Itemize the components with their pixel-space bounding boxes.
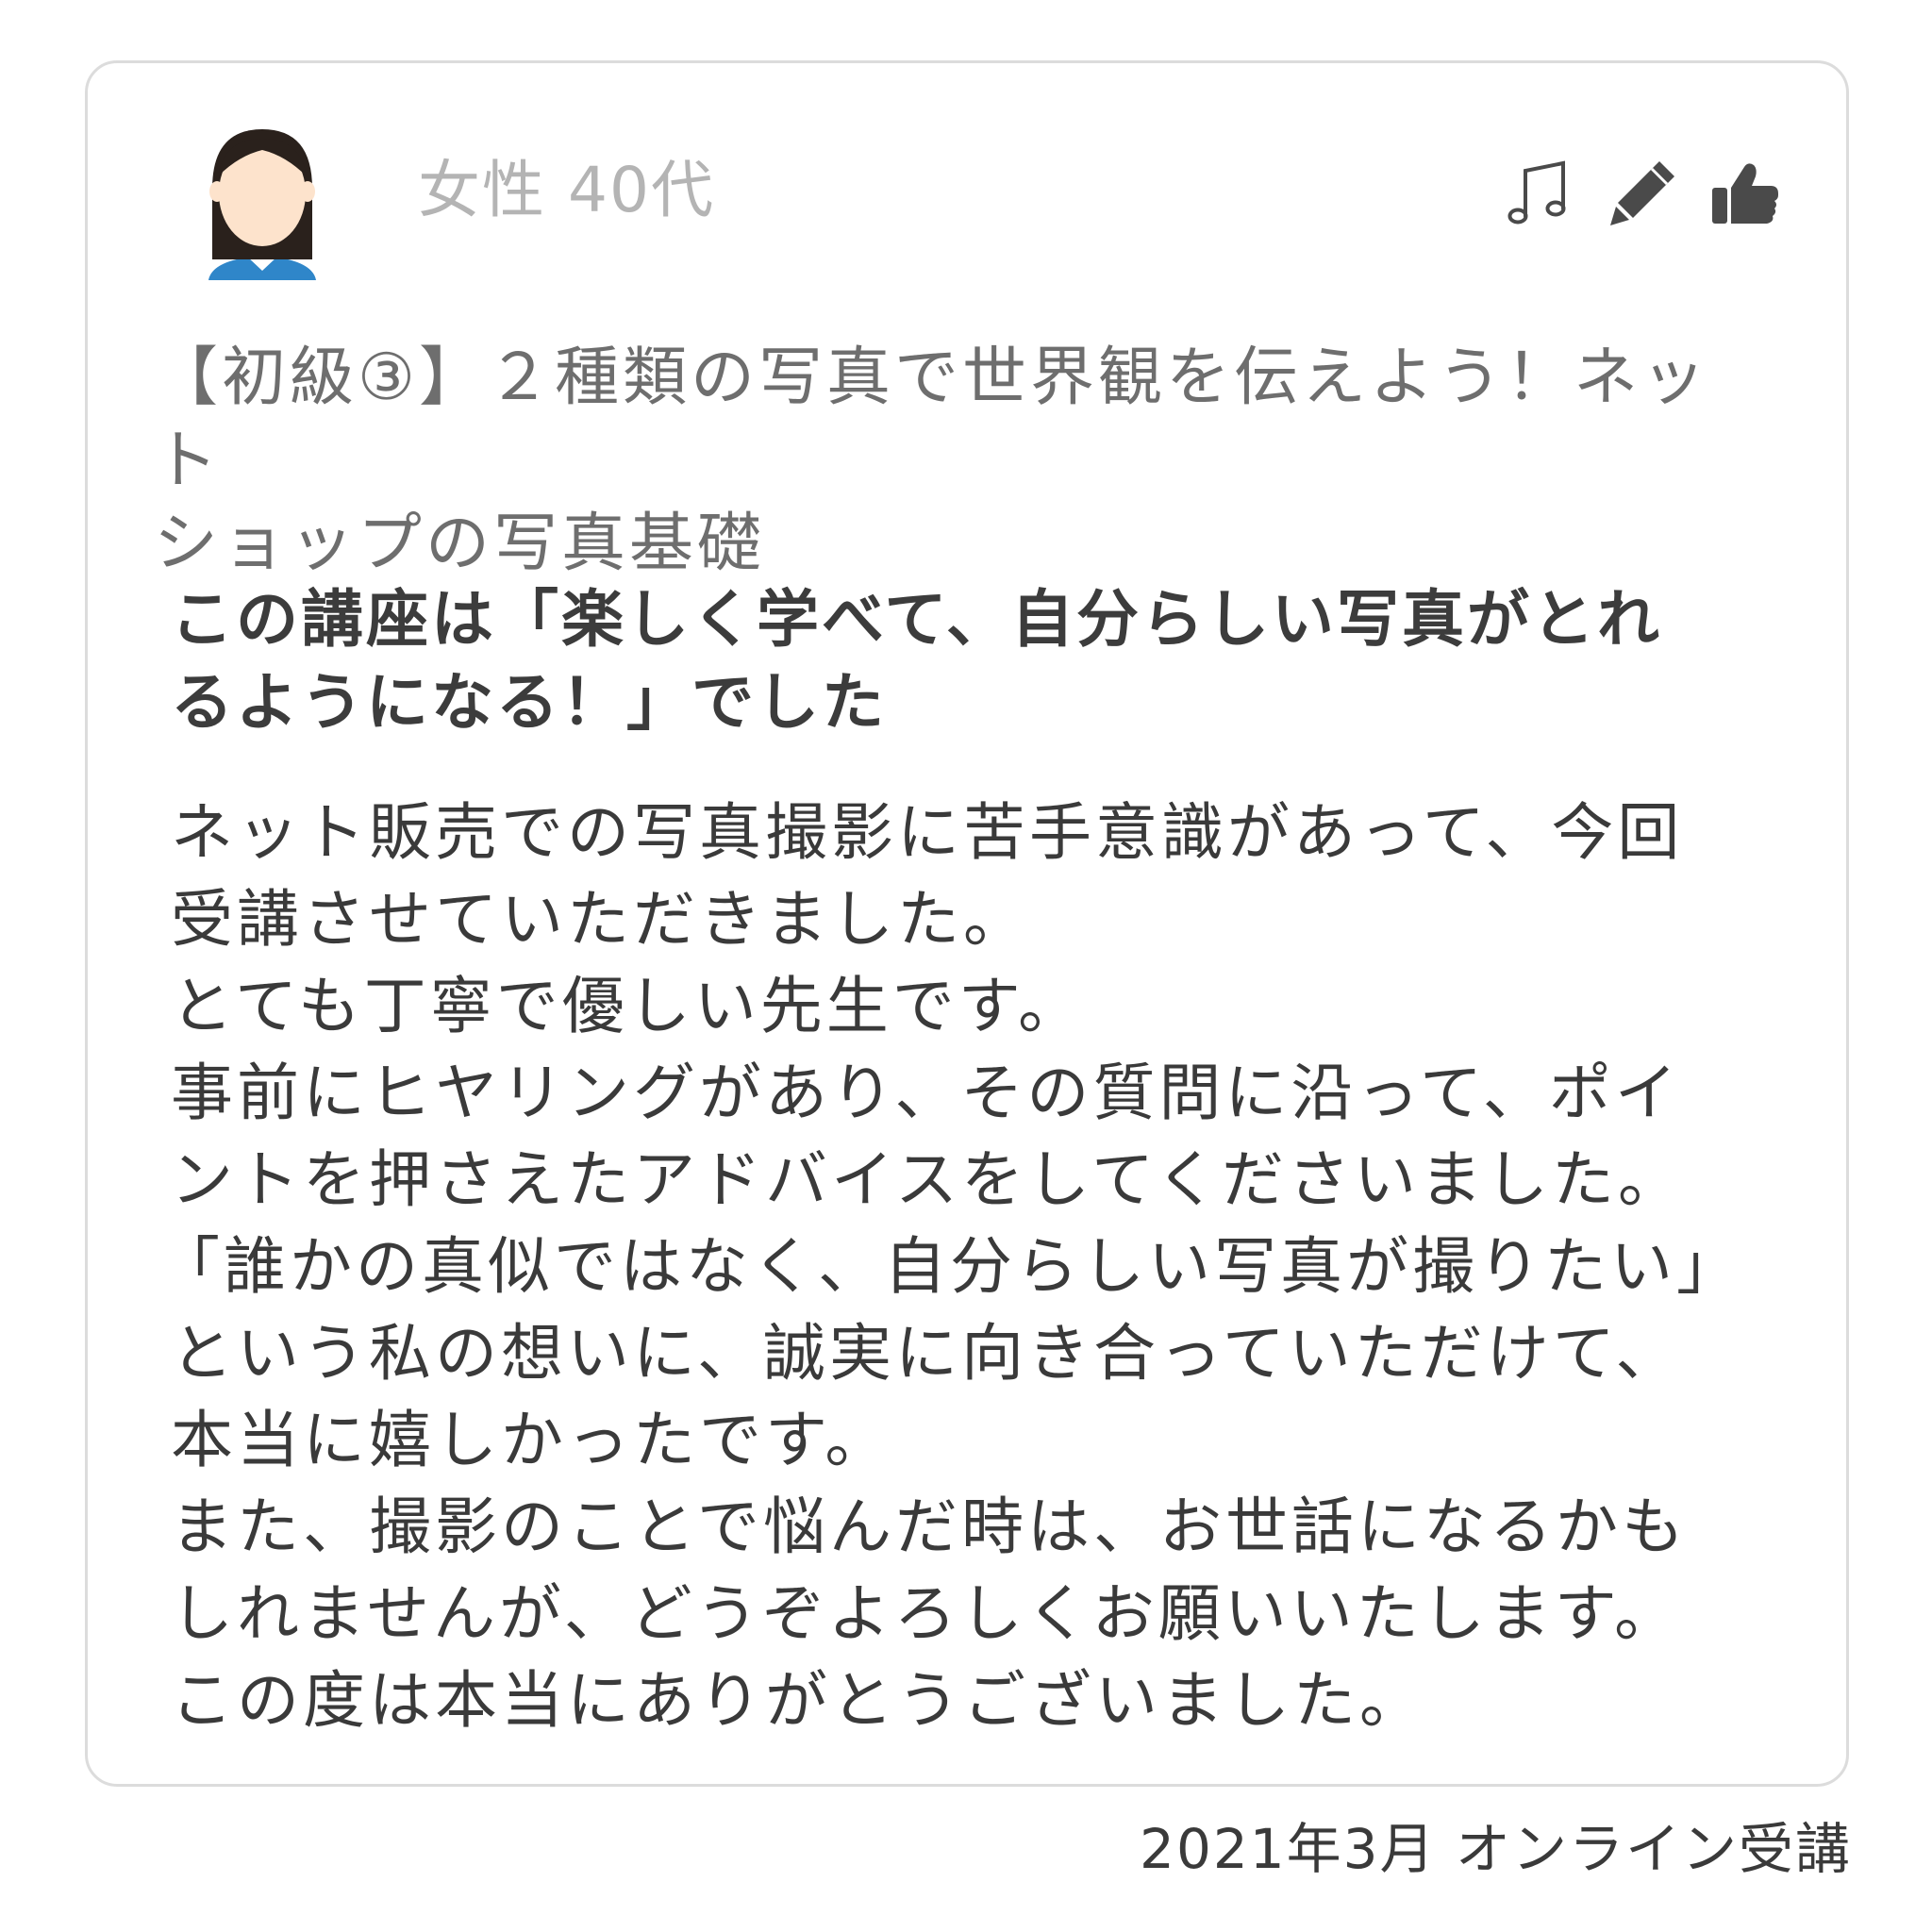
headline-line: この講座は「楽しく学べて、自分らしい写真がとれ <box>171 583 1663 656</box>
headline-line: るようになる！」でした <box>171 666 887 739</box>
review-headline: この講座は「楽しく学べて、自分らしい写真がとれ るようになる！」でした <box>171 578 1765 744</box>
review-body-line: 事前にヒヤリングがあり、その質問に沿って、ポイ <box>171 1057 1681 1129</box>
like-button[interactable] <box>1707 156 1782 231</box>
review-body-line: ントを押さえたアドバイスをしてくださいました。 <box>171 1143 1685 1216</box>
review-body-line: という私の想いに、誠実に向き合っていただけて、 <box>171 1317 1682 1390</box>
course-title-line: 【初級③】２種類の写真で世界観を伝えよう！ネット <box>154 341 1709 498</box>
female-avatar-icon <box>208 129 316 280</box>
review-body-line: とても丁寧で優しい先生です。 <box>171 970 1085 1042</box>
review-body-line: また、撮影のことで悩んだ時は、お世話になるかも <box>171 1491 1689 1563</box>
review-body-line: 本当に嬉しかったです。 <box>171 1404 891 1476</box>
edit-button[interactable] <box>1605 156 1680 231</box>
reviewer-label: 女性 40代 <box>418 154 715 226</box>
review-card: 女性 40代 【初級③】２種類の写真で世界観を伝えよう！ネット ショップの写真基… <box>85 60 1849 1787</box>
review-body-line: 「誰かの真似ではなく、自分らしい写真が撮りたい」 <box>158 1230 1742 1303</box>
review-body: ネット販売での写真撮影に苦手意識があって、今回 受講させていただきました。 とて… <box>158 790 1774 1744</box>
review-body-line: しれませんが、どうぞよろしくお願いいたします。 <box>171 1577 1681 1650</box>
attendance-info: 2021年3月 オンライン受講 <box>1140 1817 1852 1881</box>
review-body-line: ネット販売での写真撮影に苦手意識があって、今回 <box>171 796 1684 869</box>
thumbs-up-icon <box>1712 163 1778 224</box>
music-notes-icon <box>1507 160 1566 225</box>
review-body-line: 受講させていただきました。 <box>171 883 1029 956</box>
review-body-line: この度は本当にありがとうございました。 <box>171 1664 1425 1737</box>
course-title-line: ショップの写真基礎 <box>154 507 766 581</box>
course-title: 【初級③】２種類の写真で世界観を伝えよう！ネット ショップの写真基礎 <box>154 337 1757 586</box>
review-actions <box>1503 156 1786 231</box>
music-button[interactable] <box>1503 156 1578 231</box>
pencil-icon <box>1610 161 1674 225</box>
avatar <box>192 118 333 280</box>
